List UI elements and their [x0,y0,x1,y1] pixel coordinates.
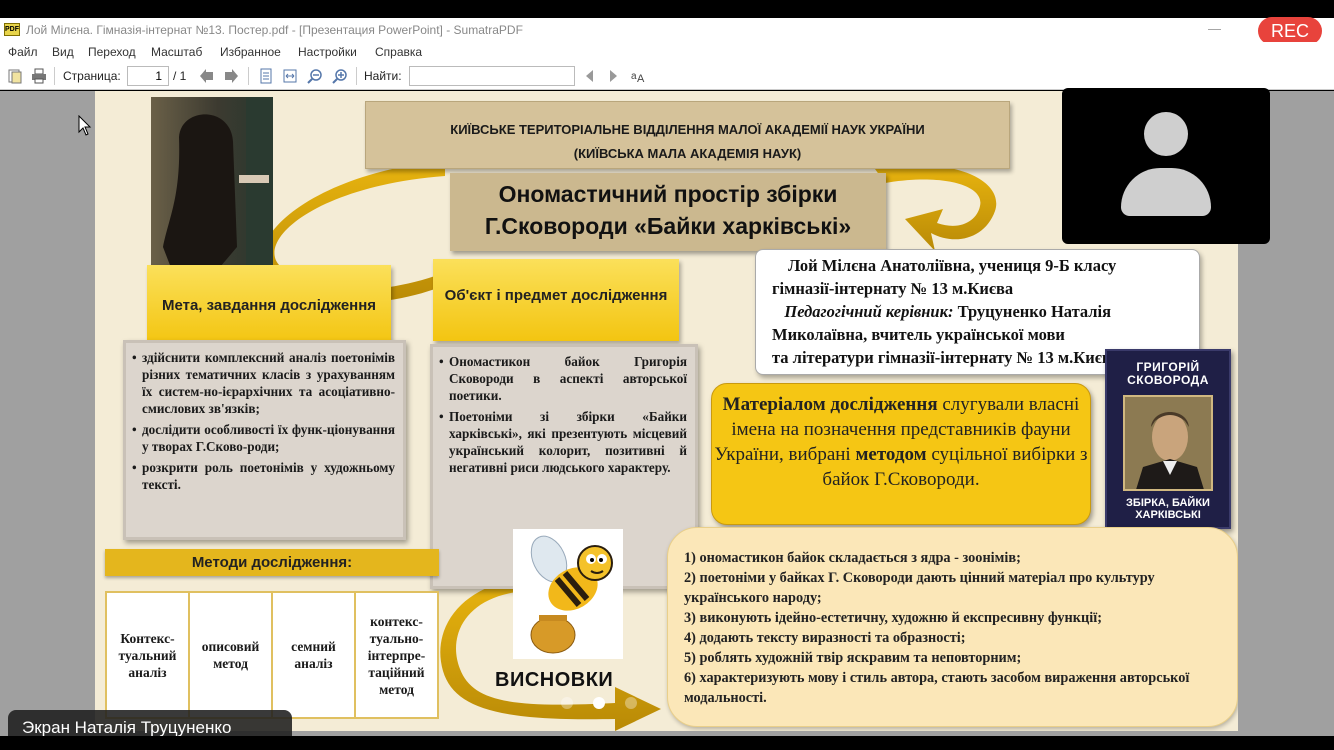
fit-page-icon[interactable] [258,68,274,84]
material-box: Матеріалом дослідження слугували власні … [711,383,1091,525]
method-cell: семний аналіз [273,593,356,717]
menu-file[interactable]: Файл [8,45,38,59]
goal-item: розкрити роль поетонімів у художньому те… [132,459,395,493]
zoom-out-icon[interactable] [307,68,323,84]
find-label: Найти: [364,69,402,83]
title-line2: Г.Сковороди «Байки харківські» [484,213,852,239]
open-icon[interactable] [7,68,23,84]
bottom-black-strip [0,736,1334,750]
author-line4: Миколаївна, вчитель української мови [772,325,1065,344]
supervisor-name: Труцуненко Наталія [957,302,1112,321]
top-black-strip [0,0,1334,18]
supervisor-label: Педагогічний керівник: [784,302,954,321]
object-item: Ономастикон байок Григорія Сковороди в а… [439,353,687,404]
menu-settings[interactable]: Настройки [298,45,357,59]
find-input[interactable] [409,66,575,86]
conclusion-item: 5) роблять художній твір яскравим та неп… [684,650,1022,666]
methods-table: Контекс-туальний аналіз описовий метод с… [105,591,439,719]
book-bottom: ЗБІРКА, БАЙКИ ХАРКІВСЬКІ [1126,497,1210,521]
match-case-icon[interactable]: aA [631,68,647,84]
method-cell: контекс-туально-інтерпре-таційний метод [367,613,426,697]
find-next-icon[interactable] [605,68,621,84]
bee-icon [530,535,613,654]
presenter-photo [151,97,273,277]
minimize-button[interactable]: — [1208,21,1221,36]
institution-header: КИЇВСЬКЕ ТЕРИТОРІАЛЬНЕ ВІДДІЛЕННЯ МАЛОЇ … [365,101,1010,169]
goal-item: дослідити особливості їх функ-ціонування… [132,421,395,455]
toolbar: Страница: 1 / 1 Найти: aA [0,62,1334,90]
cursor-icon [78,115,92,136]
prev-page-icon[interactable] [199,68,215,84]
camera-tile [1062,88,1270,244]
book-portrait [1123,395,1213,491]
svg-text:A: A [637,73,645,84]
sumatra-app-icon: PDF [4,23,20,36]
fit-width-icon[interactable] [282,68,298,84]
method-cell: описовий метод [190,593,273,717]
carousel-dot-active[interactable] [593,697,605,709]
page-label: Страница: [63,69,121,83]
menu-zoom[interactable]: Масштаб [151,45,202,59]
rec-badge: REC [1258,17,1322,45]
menu-help[interactable]: Справка [375,45,422,59]
goal-heading: Мета, завдання дослідження [147,265,391,343]
material-bold2: методом [855,444,927,465]
toolbar-separator [248,67,249,85]
presenter-figure [163,97,273,273]
goal-item: здійснити комплексний аналіз поетонімів … [132,349,395,417]
menu-view[interactable]: Вид [52,45,74,59]
menu-go[interactable]: Переход [88,45,136,59]
menu-bar: Файл Вид Переход Масштаб Избранное Настр… [0,42,1334,62]
conclusions-label: ВИСНОВКИ [495,669,614,691]
menu-favorites[interactable]: Избранное [220,45,281,59]
user-avatar-body [1121,168,1211,216]
book-cover: ГРИГОРІЙ СКОВОРОДА ЗБІРКА, БАЙКИ ХАРКІВС… [1105,349,1231,529]
print-icon[interactable] [31,68,47,84]
method-cell: Контекс-туальний аналіз [107,593,190,717]
conclusion-item: 1) ономастикон байок складається з ядра … [684,550,1021,566]
poster-title: Ономастичний простір збірки Г.Сковороди … [450,173,886,251]
author-line2: гімназії-інтернату № 13 м.Києва [772,279,1014,298]
book-title: ГРИГОРІЙ СКОВОРОДА [1127,360,1209,387]
zoom-in-icon[interactable] [332,68,348,84]
header-line1: КИЇВСЬКЕ ТЕРИТОРІАЛЬНЕ ВІДДІЛЕННЯ МАЛОЇ … [450,122,925,137]
window-title: Лой Мілєна. Гімназія-інтернат №13. Посте… [26,23,523,37]
object-heading: Об'єкт і предмет дослідження [433,259,679,341]
skovoroda-portrait-icon [1125,397,1211,489]
conclusions-box: 1) ономастикон байок складається з ядра … [667,527,1238,727]
carousel-dot[interactable] [625,697,637,709]
toolbar-separator [356,67,357,85]
author-line1: Лой Мілєна Анатоліївна, учениця 9-Б клас… [788,256,1117,275]
conclusion-item: 4) додають тексту виразності та образнос… [684,630,966,646]
next-page-icon[interactable] [223,68,239,84]
user-avatar-icon [1144,112,1188,156]
page-total: / 1 [173,69,187,83]
carousel-dot[interactable] [561,697,573,709]
title-line1: Ономастичний простір збірки [498,181,838,207]
toolbar-separator [54,67,55,85]
material-bold1: Матеріалом дослідження [722,394,938,415]
methods-heading: Методи дослідження: [105,549,439,576]
header-line2: (КИЇВСЬКА МАЛА АКАДЕМІЯ НАУК) [573,146,802,161]
title-bar: PDF Лой Мілєна. Гімназія-інтернат №13. П… [0,18,1334,42]
conclusion-item: 3) виконують ідейно-естетичну, художню й… [684,610,1102,626]
bee-illustration [513,529,623,659]
goal-list: здійснити комплексний аналіз поетонімів … [123,340,406,540]
find-prev-icon[interactable] [582,68,598,84]
conclusion-item: 6) характеризують мову і стиль автора, с… [684,670,1190,706]
page-number-input[interactable]: 1 [127,66,169,86]
object-item: Поетоніми зі збірки «Байки харківські», … [439,408,687,476]
conclusion-item: 2) поетоніми у байках Г. Сковороди дають… [684,570,1155,606]
